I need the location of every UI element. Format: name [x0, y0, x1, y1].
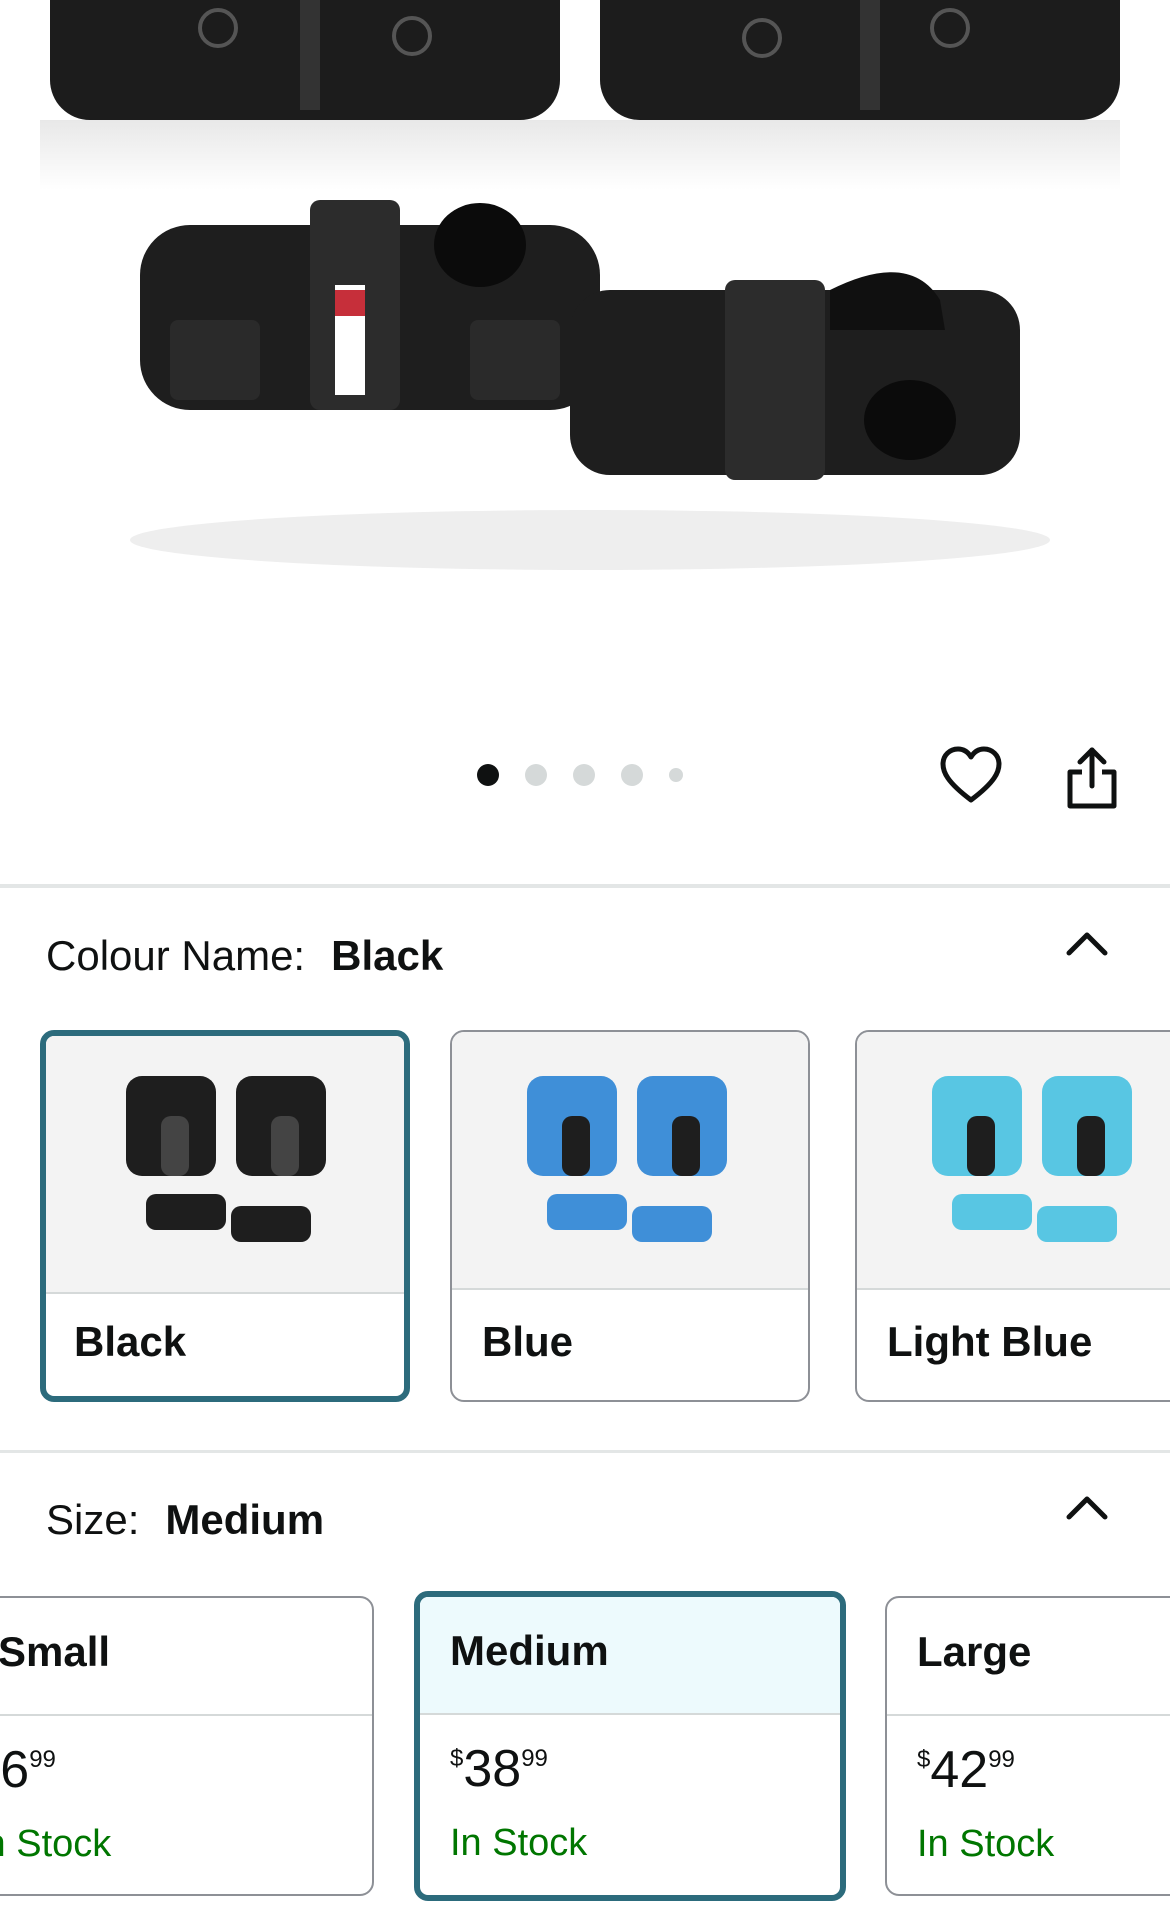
share-icon [1067, 747, 1117, 809]
size-option-label: Medium [450, 1627, 609, 1674]
colour-option-light-blue[interactable]: Light Blue [855, 1030, 1170, 1402]
colour-heading: Colour Name: Black [46, 932, 443, 980]
colour-thumbnail [46, 1036, 404, 1294]
colour-label: Colour Name: [46, 932, 306, 979]
section-divider [0, 1450, 1170, 1453]
share-button[interactable] [1060, 746, 1124, 810]
gallery-dot[interactable] [573, 764, 595, 786]
chevron-up-icon [1066, 932, 1108, 956]
section-divider [0, 884, 1170, 888]
wishlist-button[interactable] [939, 744, 1003, 808]
size-option-stock: In Stock [0, 1823, 112, 1865]
chevron-up-icon [1066, 1496, 1108, 1520]
size-option-label: Small [0, 1628, 111, 1675]
size-selected-value: Medium [165, 1496, 325, 1543]
gallery-dot[interactable] [477, 764, 499, 786]
colour-option-blue[interactable]: Blue [450, 1030, 810, 1402]
product-image[interactable] [0, 0, 1170, 740]
size-option-price: $4299 [917, 1741, 1015, 1799]
colour-selected-value: Black [331, 932, 444, 979]
product-photo [40, 0, 1120, 570]
colour-option-label: Light Blue [887, 1318, 1093, 1365]
colour-collapse-button[interactable] [1057, 913, 1117, 973]
colour-thumbnail [857, 1032, 1170, 1290]
size-option-small[interactable]: Small $3699 In Stock [0, 1596, 374, 1896]
colour-option-label: Blue [482, 1318, 574, 1365]
size-option-medium[interactable]: Medium $3899 In Stock [414, 1591, 846, 1901]
size-option-label: Large [917, 1628, 1032, 1675]
size-heading: Size: Medium [46, 1496, 324, 1544]
colour-option-label: Black [74, 1318, 187, 1365]
size-option-stock: In Stock [450, 1822, 588, 1864]
gallery-dot[interactable] [621, 764, 643, 786]
size-option-stock: In Stock [917, 1823, 1055, 1865]
size-option-price: $3699 [0, 1741, 56, 1799]
size-option-header: Large [887, 1598, 1170, 1716]
gallery-pagination[interactable] [477, 764, 709, 786]
size-option-header: Small [0, 1598, 372, 1716]
size-option-header: Medium [420, 1597, 840, 1715]
heart-icon [940, 746, 1002, 803]
size-option-large[interactable]: Large $4299 In Stock [885, 1596, 1170, 1896]
size-collapse-button[interactable] [1057, 1477, 1117, 1537]
gallery-dot[interactable] [525, 764, 547, 786]
gallery-dot[interactable] [669, 768, 683, 782]
size-option-price: $3899 [450, 1740, 548, 1798]
size-label: Size: [46, 1496, 140, 1543]
colour-thumbnail [452, 1032, 808, 1290]
colour-option-black[interactable]: Black [40, 1030, 410, 1402]
